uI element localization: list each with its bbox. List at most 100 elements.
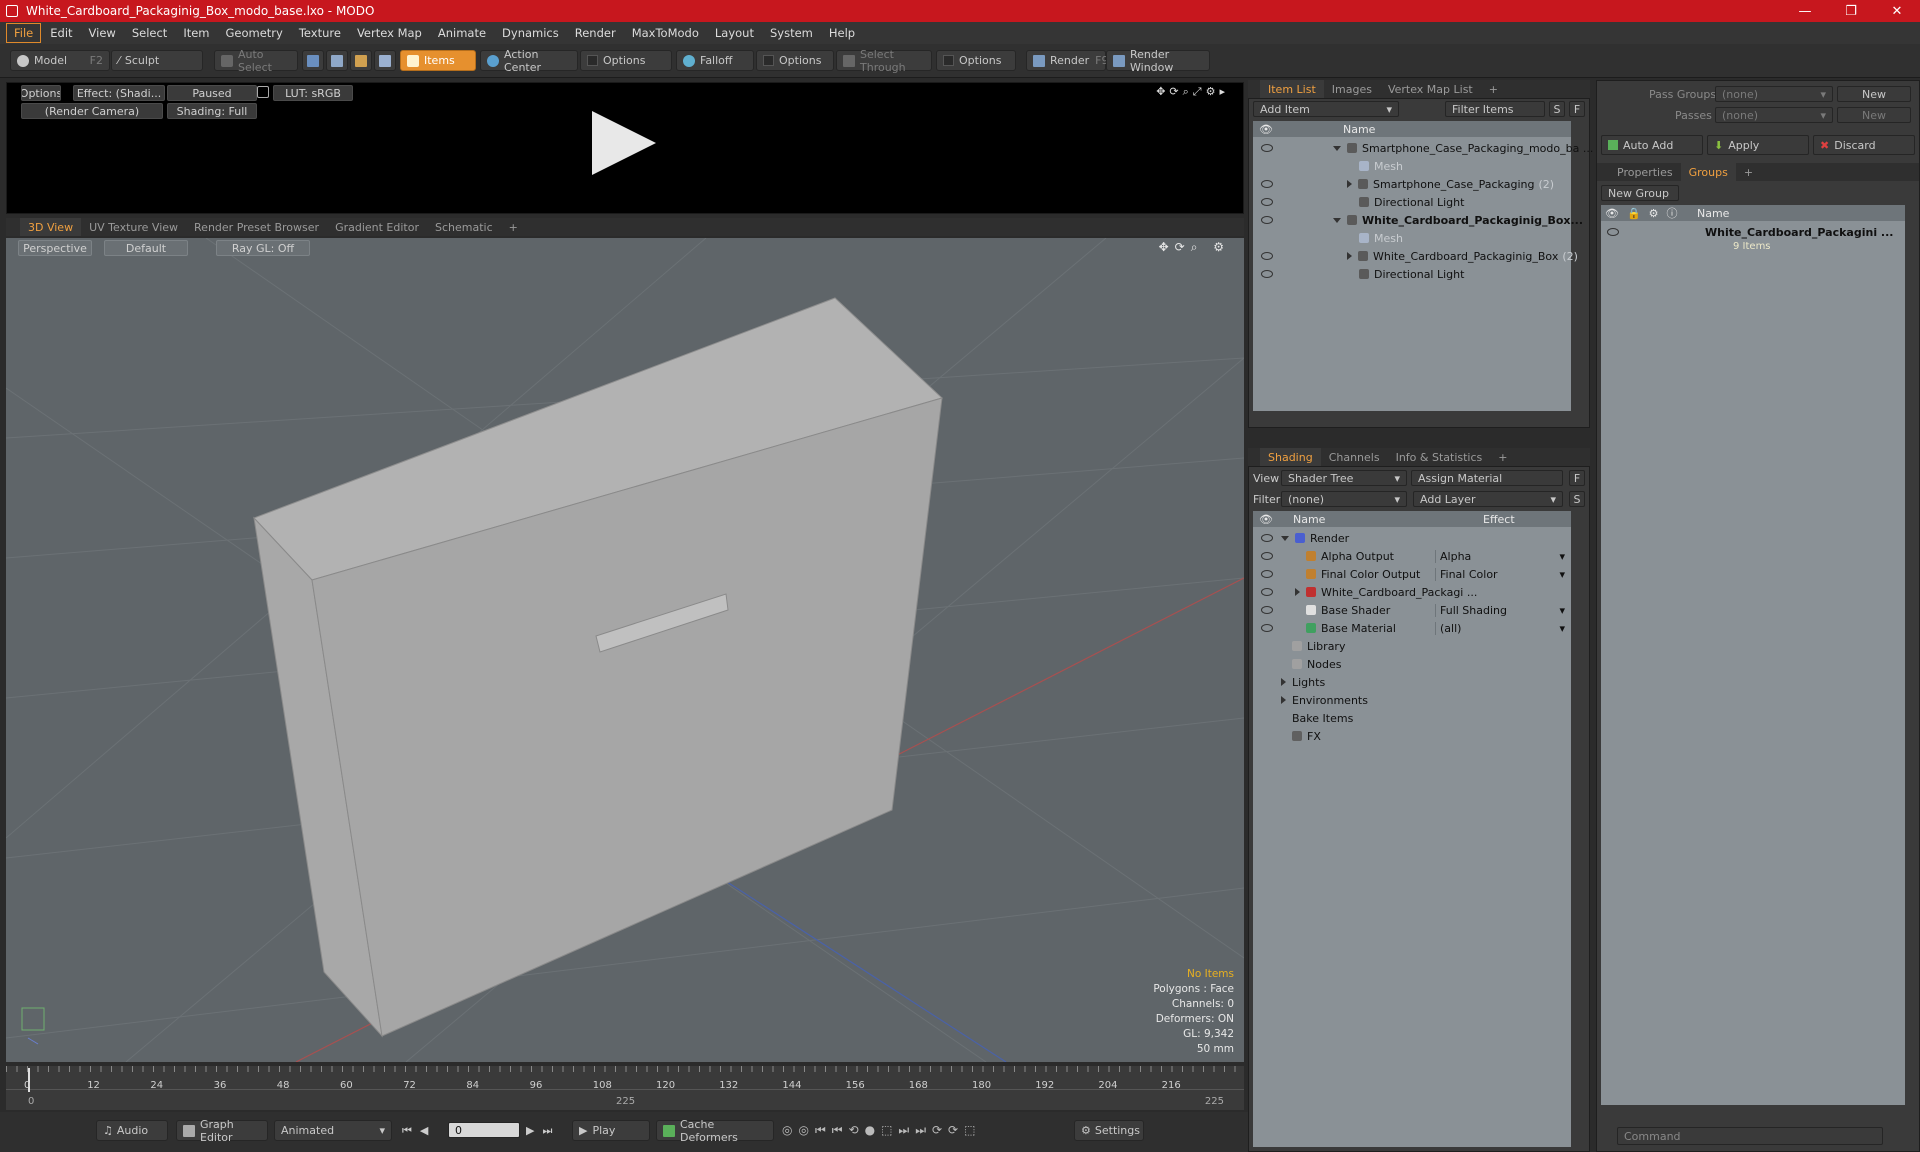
shader-tree-row[interactable]: White_Cardboard_Packagi ...: [1253, 583, 1571, 601]
audio-button[interactable]: ♫ Audio: [96, 1120, 168, 1141]
add-tab-button[interactable]: +: [1481, 80, 1506, 98]
play-icon[interactable]: [592, 111, 656, 175]
eye-icon[interactable]: [1261, 588, 1273, 596]
shading-f-button[interactable]: F: [1569, 470, 1585, 486]
tab-uv-texture-view[interactable]: UV Texture View: [81, 218, 186, 236]
graph-editor-button[interactable]: Graph Editor: [176, 1118, 268, 1144]
select-vertices-button[interactable]: [302, 50, 324, 71]
animated-dropdown[interactable]: Animated ▾: [274, 1120, 392, 1141]
paused-button[interactable]: Paused: [167, 85, 257, 101]
menu-geometry[interactable]: Geometry: [219, 24, 290, 42]
tab-properties[interactable]: Properties: [1609, 163, 1681, 181]
perspective-dropdown[interactable]: Perspective: [18, 240, 92, 256]
new-pass-group-button[interactable]: New: [1837, 86, 1911, 102]
effect-dropdown[interactable]: (all) ▾: [1435, 621, 1565, 635]
group-row[interactable]: White_Cardboard_Packagini ...: [1601, 223, 1905, 241]
auto-select-button[interactable]: Auto Select: [214, 48, 298, 74]
key-tool-icons[interactable]: ◎◎⏮⏮⟲●⬚⏭⏭⟳⟳⬚: [782, 1123, 981, 1138]
cardboard-box-model[interactable]: [253, 297, 943, 1038]
menu-select[interactable]: Select: [125, 24, 174, 42]
shader-tree-row[interactable]: Library: [1253, 637, 1571, 655]
menu-system[interactable]: System: [763, 24, 820, 42]
command-input[interactable]: Command: [1617, 1127, 1883, 1145]
expand-right-icon[interactable]: [1347, 252, 1352, 260]
shading-s-button[interactable]: S: [1569, 491, 1585, 507]
item-list-row[interactable]: White_Cardboard_Packaginig_Box (2): [1253, 247, 1578, 265]
expand-down-icon[interactable]: [1281, 535, 1289, 541]
shader-tree-row[interactable]: Nodes: [1253, 655, 1571, 673]
view-dropdown[interactable]: Shader Tree ▾: [1281, 470, 1407, 486]
filter-dropdown[interactable]: (none) ▾: [1281, 491, 1407, 507]
action-center-options-button[interactable]: Options: [580, 50, 672, 71]
apply-button[interactable]: ⬇ Apply: [1707, 135, 1809, 155]
falloff-options-button[interactable]: Options: [756, 50, 834, 71]
item-list-row[interactable]: Directional Light: [1253, 193, 1571, 211]
discard-button[interactable]: ✖ Discard: [1813, 135, 1915, 155]
item-list-row[interactable]: Smartphone_Case_Packaging_modo_ba ...: [1253, 139, 1593, 157]
lock-icon[interactable]: [257, 86, 269, 98]
transport-back-icons[interactable]: ⏮◀: [402, 1124, 436, 1138]
eye-icon[interactable]: [1261, 270, 1273, 278]
tab-3d-view[interactable]: 3D View: [20, 218, 82, 236]
tab-shading[interactable]: Shading: [1260, 448, 1321, 466]
tab-groups[interactable]: Groups: [1680, 163, 1736, 181]
expand-down-icon[interactable]: [1333, 145, 1341, 151]
menu-maxtomodo[interactable]: MaxToModo: [625, 24, 706, 42]
render-camera-dropdown[interactable]: (Render Camera): [21, 103, 163, 119]
options-checkbox[interactable]: [587, 55, 598, 66]
shader-tree-row[interactable]: Final Color Output Final Color ▾: [1253, 565, 1571, 583]
menu-help[interactable]: Help: [822, 24, 862, 42]
eye-icon[interactable]: [1261, 534, 1273, 542]
close-button[interactable]: ✕: [1874, 0, 1920, 22]
select-through-button[interactable]: Select Through: [836, 48, 932, 74]
model-button[interactable]: Model F2: [10, 50, 110, 71]
minimize-button[interactable]: —: [1782, 0, 1828, 22]
effect-dropdown[interactable]: Effect: (Shadi...: [73, 85, 165, 101]
menu-animate[interactable]: Animate: [431, 24, 493, 42]
shader-tree-row[interactable]: Render: [1253, 529, 1571, 547]
raygl-dropdown[interactable]: Ray GL: Off: [216, 240, 310, 256]
eye-icon[interactable]: [1261, 198, 1273, 206]
preview-nav-icons[interactable]: ✥⟳⌕⤢⚙▸: [1156, 85, 1229, 99]
options-checkbox[interactable]: [763, 55, 774, 66]
shader-tree-row[interactable]: FX: [1253, 727, 1571, 745]
menu-texture[interactable]: Texture: [292, 24, 348, 42]
tab-vertex-map-list[interactable]: Vertex Map List: [1380, 80, 1481, 98]
lut-dropdown[interactable]: LUT: sRGB: [273, 85, 353, 101]
menu-layout[interactable]: Layout: [708, 24, 761, 42]
assign-material-button[interactable]: Assign Material: [1411, 470, 1563, 486]
render-button[interactable]: Render F9: [1026, 50, 1109, 71]
shader-tree-row[interactable]: Lights: [1253, 673, 1571, 691]
item-list-row[interactable]: Directional Light: [1253, 265, 1571, 283]
shader-tree-row[interactable]: Environments: [1253, 691, 1571, 709]
menu-dynamics[interactable]: Dynamics: [495, 24, 566, 42]
tab-render-preset-browser[interactable]: Render Preset Browser: [186, 218, 327, 236]
menu-render[interactable]: Render: [568, 24, 623, 42]
item-list-row[interactable]: White_Cardboard_Packaginig_Box...: [1253, 211, 1583, 229]
settings-button[interactable]: ⚙ Settings: [1074, 1120, 1144, 1141]
shader-tree-row[interactable]: Base Shader Full Shading ▾: [1253, 601, 1571, 619]
action-center-button[interactable]: Action Center: [480, 48, 578, 74]
shading-dropdown[interactable]: Shading: Full: [167, 103, 257, 119]
eye-icon[interactable]: [1261, 144, 1273, 152]
item-list-row[interactable]: Smartphone_Case_Packaging (2): [1253, 175, 1571, 193]
preview-options-button[interactable]: Options: [21, 85, 61, 101]
maximize-button[interactable]: ❐: [1828, 0, 1874, 22]
eye-icon[interactable]: [1607, 228, 1619, 236]
expand-right-icon[interactable]: [1281, 696, 1286, 704]
add-layer-dropdown[interactable]: Add Layer ▾: [1413, 491, 1563, 507]
3d-viewport[interactable]: Perspective Default Ray GL: Off ✥⟳⌕ ⚙ No…: [6, 238, 1244, 1062]
filter-items-input[interactable]: Filter Items: [1445, 101, 1545, 117]
tab-images[interactable]: Images: [1324, 80, 1380, 98]
add-tab-button[interactable]: +: [1736, 163, 1761, 181]
shader-tree-row[interactable]: Alpha Output Alpha ▾: [1253, 547, 1571, 565]
effect-dropdown[interactable]: Final Color ▾: [1435, 567, 1565, 581]
expand-down-icon[interactable]: [1333, 217, 1341, 223]
expand-right-icon[interactable]: [1281, 678, 1286, 686]
tab-gradient-editor[interactable]: Gradient Editor: [327, 218, 427, 236]
eye-icon[interactable]: [1261, 570, 1273, 578]
frame-input[interactable]: 0: [448, 1122, 520, 1138]
shader-tree-row[interactable]: Base Material (all) ▾: [1253, 619, 1571, 637]
shader-tree-row[interactable]: Bake Items: [1253, 709, 1571, 727]
eye-icon[interactable]: [1261, 624, 1273, 632]
